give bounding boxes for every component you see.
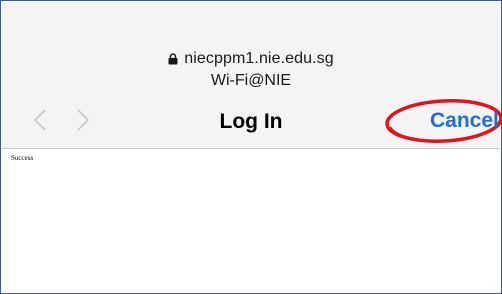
cancel-area: Cancel bbox=[382, 97, 502, 145]
captive-portal-window: niecppm1.nie.edu.sg Wi-Fi@NIE Log In Can… bbox=[0, 0, 502, 294]
network-name: Wi-Fi@NIE bbox=[210, 72, 292, 89]
address-text: niecppm1.nie.edu.sg bbox=[184, 50, 334, 67]
status-message: Success bbox=[11, 154, 34, 162]
cancel-button[interactable]: Cancel bbox=[430, 109, 499, 133]
portal-content: Success bbox=[2, 149, 500, 293]
address-line: niecppm1.nie.edu.sg bbox=[2, 50, 500, 68]
navigation-bar: niecppm1.nie.edu.sg Wi-Fi@NIE Log In Can… bbox=[2, 2, 502, 149]
lock-icon bbox=[168, 53, 178, 65]
